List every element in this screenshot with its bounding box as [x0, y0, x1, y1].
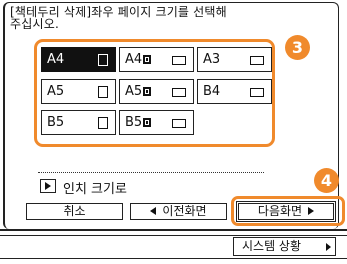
system-status-label: 시스템 상황 — [242, 239, 302, 253]
step-4-badge: 4 — [314, 168, 339, 193]
paper-size-label: A4 — [47, 52, 65, 67]
next-screen-button[interactable]: 다음화면 — [236, 201, 336, 222]
inch-size-label: 인치 크기로 — [63, 182, 127, 197]
landscape-icon — [250, 56, 264, 65]
portrait-icon — [98, 54, 108, 66]
previous-label: 이전화면 — [162, 204, 207, 218]
divider — [0, 229, 347, 231]
paper-size-label: A3 — [203, 52, 221, 67]
previous-screen-button[interactable]: 이전화면 — [130, 203, 227, 220]
paper-size-a4-portrait-button[interactable]: A4 — [41, 47, 116, 72]
arrow-right-icon — [308, 207, 315, 215]
paper-size-label: A5 — [125, 84, 143, 99]
paper-size-label: A4 — [125, 52, 143, 67]
play-arrow-icon — [45, 182, 51, 190]
paper-size-b5-portrait-button[interactable]: B5 — [41, 110, 116, 135]
landscape-icon — [172, 56, 186, 65]
paper-size-label: A5 — [47, 84, 65, 99]
landscape-icon — [172, 88, 186, 97]
paper-size-label: B4 — [203, 84, 221, 99]
rotate-r-icon — [143, 118, 152, 127]
portrait-icon — [98, 117, 108, 129]
paper-size-a4r-button[interactable]: A4 — [119, 47, 194, 72]
step-3-badge: 3 — [285, 35, 310, 60]
paper-size-a5r-button[interactable]: A5 — [119, 79, 194, 104]
portrait-icon — [98, 86, 108, 98]
paper-size-a3-button[interactable]: A3 — [197, 47, 272, 72]
arrow-left-icon — [150, 207, 157, 215]
paper-size-label: B5 — [125, 115, 143, 130]
next-label: 다음화면 — [257, 204, 303, 218]
arrow-right-icon — [326, 243, 331, 251]
landscape-icon — [250, 88, 264, 97]
rotate-r-icon — [143, 87, 152, 96]
rotate-r-icon — [143, 55, 152, 64]
paper-size-selection-screen: [책테두리 삭제]좌우 페이지 크기를 선택해 주십시오. 3 A4 A4 A3… — [0, 0, 347, 264]
cancel-button[interactable]: 취소 — [26, 203, 123, 220]
paper-size-label: B5 — [47, 115, 65, 130]
cancel-label: 취소 — [63, 204, 86, 218]
system-status-button[interactable]: 시스템 상황 — [233, 237, 336, 256]
instruction-text: [책테두리 삭제]좌우 페이지 크기를 선택해 주십시오. — [10, 5, 227, 31]
paper-size-a5-portrait-button[interactable]: A5 — [41, 79, 116, 104]
inch-size-button[interactable] — [40, 179, 56, 193]
divider — [38, 172, 264, 173]
paper-size-b5r-button[interactable]: B5 — [119, 110, 194, 135]
paper-size-b4-button[interactable]: B4 — [197, 79, 272, 104]
landscape-icon — [172, 119, 186, 128]
